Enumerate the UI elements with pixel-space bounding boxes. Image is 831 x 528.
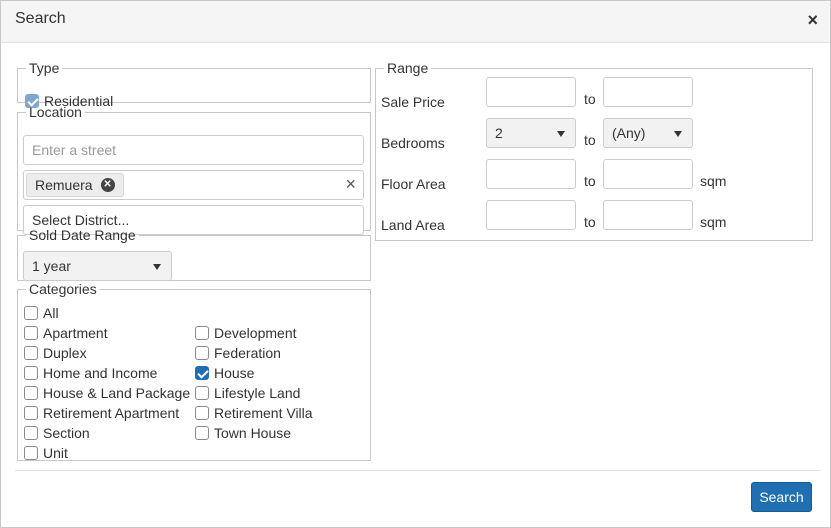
category-checkbox[interactable] xyxy=(24,366,38,380)
sale-price-min-input[interactable] xyxy=(486,77,576,107)
sold-date-select[interactable]: 1 year xyxy=(23,251,172,281)
category-label: Home and Income xyxy=(43,365,158,381)
land-area-unit: sqm xyxy=(700,214,727,230)
category-federation[interactable]: Federation xyxy=(195,345,281,361)
bedrooms-label: Bedrooms xyxy=(381,135,445,151)
remove-tag-icon[interactable]: ✕ xyxy=(100,178,115,192)
range-legend: Range xyxy=(387,60,429,76)
bedrooms-min-value: 2 xyxy=(495,125,503,141)
category-all-label: All xyxy=(43,305,59,321)
category-checkbox[interactable] xyxy=(195,366,209,380)
category-label: Retirement Villa xyxy=(214,405,313,421)
district-placeholder: Select District... xyxy=(32,212,130,228)
floor-area-min-input[interactable] xyxy=(486,159,576,189)
category-retirement-villa[interactable]: Retirement Villa xyxy=(195,405,313,421)
chevron-down-icon xyxy=(674,131,682,137)
floor-area-unit: sqm xyxy=(700,173,727,189)
sold-date-legend: Sold Date Range xyxy=(29,227,136,243)
bedrooms-to-label: to xyxy=(584,132,596,148)
category-label: House & Land Package xyxy=(43,385,191,401)
category-unit[interactable]: Unit xyxy=(24,445,68,461)
category-label: Lifestyle Land xyxy=(214,385,301,401)
category-checkbox[interactable] xyxy=(24,326,38,340)
category-label: Section xyxy=(43,425,90,441)
location-fieldset: Location Enter a street Remuera ✕ × Sele… xyxy=(17,104,371,235)
category-label: Federation xyxy=(214,345,281,361)
land-area-min-input[interactable] xyxy=(486,200,576,230)
category-checkbox[interactable] xyxy=(195,426,209,440)
suburb-tag: Remuera ✕ xyxy=(26,173,124,197)
category-label: Town House xyxy=(214,425,292,441)
chevron-down-icon xyxy=(153,264,161,270)
floor-area-label: Floor Area xyxy=(381,176,446,192)
category-town-house[interactable]: Town House xyxy=(195,425,291,441)
sold-date-value: 1 year xyxy=(32,258,71,274)
type-fieldset: Type Residential xyxy=(17,60,371,109)
sold-date-fieldset: Sold Date Range 1 year xyxy=(17,227,371,281)
categories-fieldset: Categories All Apartment Duplex Home and… xyxy=(17,281,371,461)
search-button[interactable]: Search xyxy=(751,482,812,512)
category-label: Unit xyxy=(43,445,68,461)
categories-legend: Categories xyxy=(29,281,97,297)
category-duplex[interactable]: Duplex xyxy=(24,345,87,361)
category-label: Development xyxy=(214,325,297,341)
category-checkbox[interactable] xyxy=(195,386,209,400)
bedrooms-max-select[interactable]: (Any) xyxy=(603,118,693,148)
bedrooms-max-value: (Any) xyxy=(612,125,646,141)
footer-divider xyxy=(15,470,821,471)
land-area-label: Land Area xyxy=(381,217,445,233)
floor-area-to-label: to xyxy=(584,173,596,189)
street-input[interactable]: Enter a street xyxy=(23,135,364,165)
dialog-title: Search xyxy=(15,10,66,27)
category-checkbox[interactable] xyxy=(24,406,38,420)
search-dialog: Search × Type Residential Location Enter… xyxy=(0,0,831,528)
category-label: Duplex xyxy=(43,345,87,361)
category-checkbox[interactable] xyxy=(195,326,209,340)
dialog-header: Search × xyxy=(1,1,830,43)
suburb-multiselect[interactable]: Remuera ✕ × xyxy=(23,170,364,200)
category-label: Retirement Apartment xyxy=(43,405,180,421)
category-all[interactable]: All xyxy=(24,305,59,321)
category-retirement-apartment[interactable]: Retirement Apartment xyxy=(24,405,179,421)
sale-price-label: Sale Price xyxy=(381,94,445,110)
category-development[interactable]: Development xyxy=(195,325,297,341)
sale-price-max-input[interactable] xyxy=(603,77,693,107)
category-lifestyle-land[interactable]: Lifestyle Land xyxy=(195,385,300,401)
category-section[interactable]: Section xyxy=(24,425,90,441)
location-legend: Location xyxy=(29,104,82,120)
category-checkbox[interactable] xyxy=(24,386,38,400)
category-checkbox[interactable] xyxy=(195,346,209,360)
land-area-max-input[interactable] xyxy=(603,200,693,230)
street-placeholder: Enter a street xyxy=(32,142,117,158)
category-label: House xyxy=(214,365,255,381)
category-apartment[interactable]: Apartment xyxy=(24,325,108,341)
chevron-down-icon xyxy=(557,131,565,137)
category-house-land-package[interactable]: House & Land Package xyxy=(24,385,190,401)
category-checkbox[interactable] xyxy=(24,446,38,460)
category-house[interactable]: House xyxy=(195,365,254,381)
clear-icon[interactable]: × xyxy=(345,174,356,195)
category-label: Apartment xyxy=(43,325,108,341)
category-checkbox[interactable] xyxy=(195,406,209,420)
bedrooms-min-select[interactable]: 2 xyxy=(486,118,576,148)
category-checkbox[interactable] xyxy=(24,346,38,360)
category-checkbox[interactable] xyxy=(24,426,38,440)
category-home-and-income[interactable]: Home and Income xyxy=(24,365,157,381)
close-icon[interactable]: × xyxy=(807,10,818,31)
type-legend: Type xyxy=(29,60,60,76)
category-all-checkbox[interactable] xyxy=(24,306,38,320)
floor-area-max-input[interactable] xyxy=(603,159,693,189)
range-fieldset: Range Sale Price to Bedrooms 2 to (Any) … xyxy=(375,60,813,241)
sale-price-to-label: to xyxy=(584,91,596,107)
land-area-to-label: to xyxy=(584,214,596,230)
suburb-tag-label: Remuera xyxy=(35,177,93,193)
